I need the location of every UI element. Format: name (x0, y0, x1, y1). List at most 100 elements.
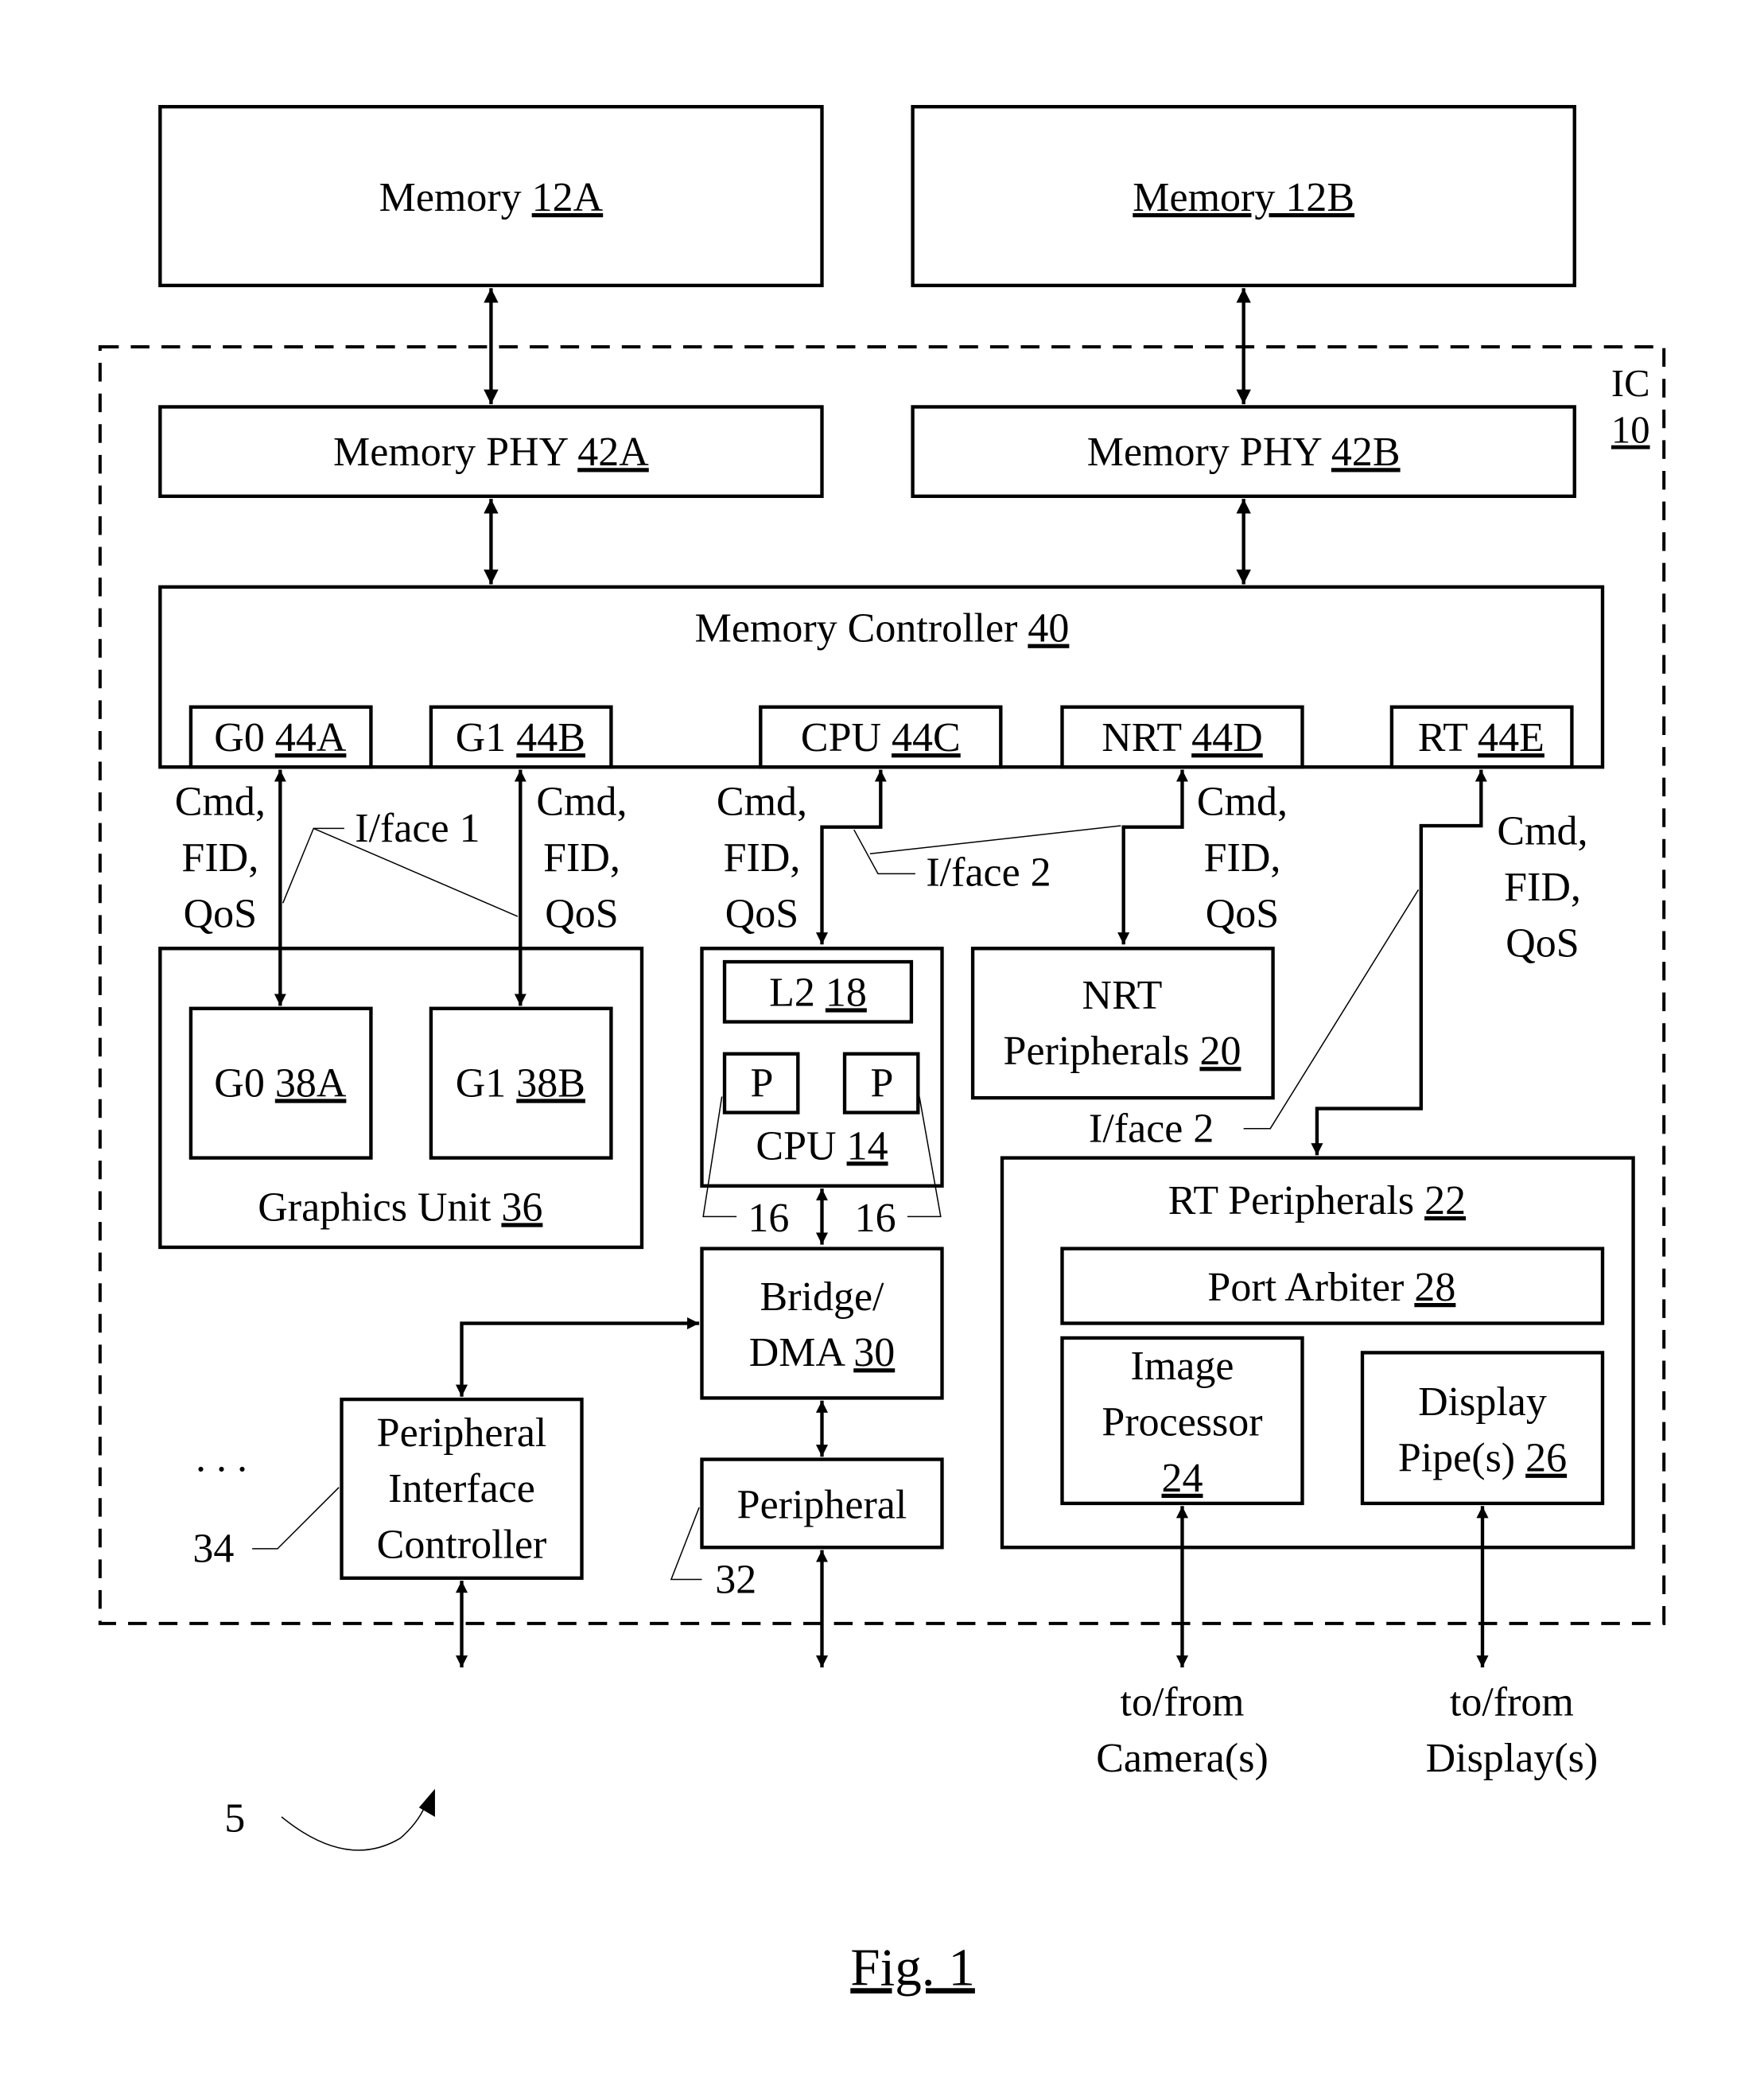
svg-text:Camera(s): Camera(s) (1096, 1736, 1269, 1781)
port-g0-44a[interactable]: G0 44A (188, 705, 373, 769)
display-pipe-ref: 26 (1525, 1436, 1567, 1481)
iface1-leader (282, 827, 344, 904)
g0-38a-block[interactable]: G0 38A (188, 1006, 373, 1160)
signal-label-cpu: Cmd, FID, QoS (717, 780, 807, 937)
svg-text:Cmd,: Cmd, (1497, 809, 1587, 854)
cpu-link-ref-left: 16 (748, 1196, 789, 1241)
peripheral-leader (670, 1507, 702, 1581)
bridge-line2: DMA (749, 1330, 853, 1375)
arrow-rt-port (1311, 769, 1487, 1156)
port-label: G0 (214, 715, 275, 760)
signal-label-nrt: Cmd, FID, QoS (1197, 780, 1288, 937)
svg-text:QoS: QoS (184, 891, 257, 936)
svg-text:NRT 44D: NRT 44D (1102, 715, 1262, 760)
svg-text:FID,: FID, (181, 835, 258, 881)
port-ref: 44A (275, 715, 347, 760)
svg-text:Cmd,: Cmd, (1197, 780, 1288, 825)
port-label: RT (1418, 715, 1478, 760)
svg-text:Pipe(s) 26: Pipe(s) 26 (1398, 1436, 1567, 1481)
svg-text:DMA 30: DMA 30 (749, 1330, 895, 1375)
processor-2-block[interactable]: P (842, 1052, 920, 1114)
display-io-label: to/from Display(s) (1426, 1680, 1599, 1781)
pic-line1: Peripheral (377, 1410, 547, 1456)
nrt-periph-ref: 20 (1199, 1029, 1241, 1074)
figure-caption: Fig. 1 (850, 1937, 975, 1997)
svg-text:Memory Controller 40: Memory Controller 40 (695, 606, 1070, 651)
svg-text:L2 18: L2 18 (769, 970, 867, 1015)
svg-text:Display(s): Display(s) (1426, 1736, 1599, 1781)
port-cpu-44c[interactable]: CPU 44C (759, 705, 1003, 769)
display-pipe-26-block[interactable]: Display Pipe(s) 26 (1360, 1351, 1605, 1506)
image-proc-line2: Processor (1102, 1399, 1262, 1445)
pic-line3: Controller (377, 1523, 547, 1568)
phy-a-ref: 42A (577, 430, 649, 475)
svg-text:FID,: FID, (543, 835, 620, 881)
phy-a-label: Memory PHY (333, 430, 577, 475)
g1-38b-block[interactable]: G1 38B (429, 1006, 613, 1160)
ic-label: IC (1611, 362, 1650, 405)
display-pipe-line1: Display (1418, 1379, 1547, 1425)
phy-b-ref: 42B (1331, 430, 1401, 475)
svg-text:CPU 44C: CPU 44C (801, 715, 961, 760)
arrow-pic-bridge (455, 1317, 700, 1397)
peripheral-32-block[interactable]: Peripheral (700, 1457, 944, 1550)
svg-text:G0 44A: G0 44A (214, 715, 347, 760)
ic-ref: 10 (1611, 409, 1650, 452)
nrt-peripherals-20-block[interactable]: NRT Peripherals 20 (970, 947, 1275, 1100)
ellipsis: . . . (196, 1436, 247, 1481)
svg-text:QoS: QoS (725, 891, 798, 936)
svg-text:Cmd,: Cmd, (175, 780, 266, 825)
peripheral-label: Peripheral (737, 1482, 907, 1527)
g0-ref: 38A (275, 1060, 347, 1106)
svg-text:QoS: QoS (1506, 920, 1579, 966)
svg-text:Cmd,: Cmd, (536, 780, 627, 825)
l2-18-block[interactable]: L2 18 (722, 959, 914, 1024)
bridge-ref: 30 (853, 1330, 895, 1375)
peripheral-interface-controller-34-block[interactable]: Peripheral Interface Controller (340, 1397, 584, 1581)
port-rt-44e[interactable]: RT 44E (1389, 705, 1574, 769)
processor-1-block[interactable]: P (722, 1052, 800, 1114)
port-arbiter-ref: 28 (1414, 1265, 1455, 1310)
signal-label-g1: Cmd, FID, QoS (536, 780, 627, 937)
svg-text:Memory 12A: Memory 12A (379, 175, 604, 220)
port-arbiter-label: Port Arbiter (1207, 1265, 1414, 1310)
svg-text:Cmd,: Cmd, (717, 780, 807, 825)
image-proc-ref: 24 (1161, 1456, 1203, 1501)
processor-label: P (871, 1060, 894, 1106)
bridge-dma-30-block[interactable]: Bridge/ DMA 30 (700, 1247, 944, 1400)
graphics-unit-ref: 36 (501, 1184, 542, 1230)
graphics-unit-label: Graphics Unit (258, 1184, 501, 1230)
pic-line2: Interface (388, 1466, 535, 1511)
memory-12a-label: Memory (379, 175, 532, 220)
memory-12a-ref: 12A (532, 175, 604, 220)
svg-text:Memory PHY 42A: Memory PHY 42A (333, 430, 649, 475)
pic-leader (252, 1487, 340, 1550)
display-pipe-line2: Pipe(s) (1398, 1436, 1525, 1481)
memory-12b-block[interactable]: Memory 12B (911, 104, 1576, 288)
g0-label: G0 (214, 1060, 275, 1106)
pic-ref: 34 (192, 1527, 234, 1572)
block-diagram: IC 10 Memory 12A Memory 12B Memory PHY 4… (98, 104, 1666, 1997)
l2-ref: 18 (826, 970, 867, 1015)
svg-text:QoS: QoS (1206, 891, 1279, 936)
svg-text:CPU 14: CPU 14 (756, 1123, 888, 1169)
l2-label: L2 (769, 970, 826, 1015)
g1-label: G1 (456, 1060, 517, 1106)
memory-phy-42b-block[interactable]: Memory PHY 42B (911, 405, 1576, 499)
port-arbiter-28-block[interactable]: Port Arbiter 28 (1060, 1247, 1605, 1325)
nrt-periph-line2: Peripherals (1004, 1029, 1200, 1074)
port-ref: 44B (516, 715, 585, 760)
camera-io-label: to/from Camera(s) (1096, 1680, 1269, 1781)
memory-12a-block[interactable]: Memory 12A (158, 104, 824, 288)
port-g1-44b[interactable]: G1 44B (429, 705, 613, 769)
rt-periph-ref: 22 (1424, 1178, 1466, 1223)
cpu-link-ref-right: 16 (855, 1196, 896, 1241)
svg-text:FID,: FID, (724, 835, 801, 881)
memory-phy-42a-block[interactable]: Memory PHY 42A (158, 405, 824, 499)
iface2-label-bottom: I/face 2 (1089, 1106, 1214, 1151)
image-processor-24-block[interactable]: Image Processor 24 (1060, 1336, 1304, 1506)
port-nrt-44d[interactable]: NRT 44D (1060, 705, 1304, 769)
arrow-cpu-port (815, 769, 887, 945)
rt-periph-label: RT Peripherals (1168, 1178, 1424, 1223)
system-ref-arrow (281, 1800, 428, 1851)
